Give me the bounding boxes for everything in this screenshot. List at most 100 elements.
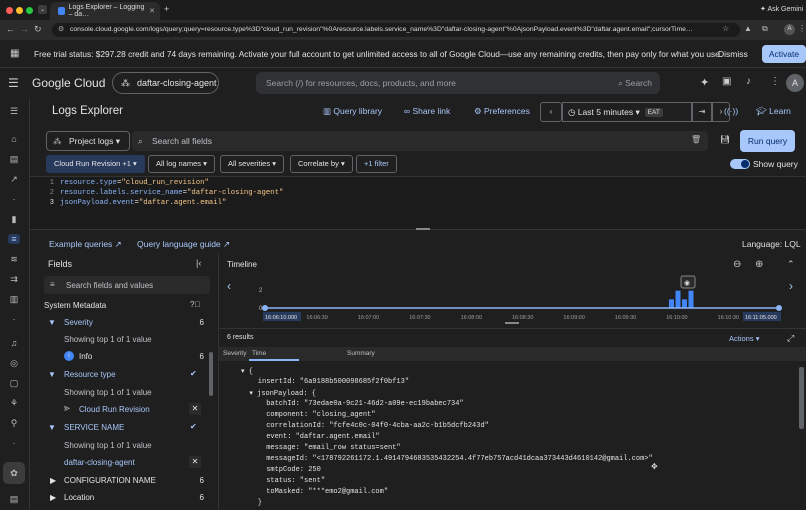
query-line[interactable]: jsonPayload.event="daftar.agent.email" bbox=[60, 199, 226, 207]
log-names-filter-chip[interactable]: All log names ▾ bbox=[148, 155, 215, 173]
gemini-icon[interactable]: ✦ bbox=[700, 76, 709, 89]
storage-icon[interactable]: ▥ bbox=[8, 294, 20, 304]
collapse-timeline-icon[interactable]: ⌃ bbox=[787, 259, 795, 270]
logging-menu-icon[interactable]: ☰ bbox=[8, 106, 20, 116]
maximize-window-button[interactable] bbox=[26, 7, 33, 14]
dashboard-icon[interactable]: ▤ bbox=[8, 154, 20, 164]
zoom-in-icon[interactable]: ⊕ bbox=[755, 259, 763, 270]
close-tab-icon[interactable]: ✕ bbox=[149, 7, 155, 15]
range-end-handle[interactable] bbox=[776, 305, 782, 311]
back-icon[interactable]: ← bbox=[6, 24, 15, 34]
severity-filter-chip[interactable]: All severities ▾ bbox=[220, 155, 284, 173]
resource-filter-chip[interactable]: Cloud Run Revision +1 ▾ bbox=[46, 155, 145, 173]
expand-icon[interactable]: ▶ bbox=[50, 476, 56, 485]
log-analytics-icon[interactable]: ≋ bbox=[8, 254, 20, 264]
share-link-button[interactable]: ∞ Share link bbox=[404, 106, 450, 116]
query-line[interactable]: resource.type="cloud_run_revision" bbox=[60, 179, 209, 187]
global-search-input[interactable]: Search (/) for resources, docs, products… bbox=[256, 72, 660, 94]
extension-icon[interactable]: ▲ bbox=[744, 24, 752, 33]
new-tab-icon[interactable]: + bbox=[164, 4, 169, 14]
fields-scrollbar[interactable] bbox=[209, 352, 213, 396]
integrations-icon[interactable]: ⚲ bbox=[8, 418, 20, 428]
notifications-icon[interactable]: ♪ bbox=[746, 76, 751, 87]
zoom-out-icon[interactable]: ⊖ bbox=[733, 259, 741, 270]
query-language-guide-link[interactable]: Query language guide ↗ bbox=[137, 239, 230, 250]
severity-field[interactable]: Severity bbox=[64, 318, 93, 327]
expand-icon[interactable]: ▶ bbox=[50, 493, 56, 502]
preferences-button[interactable]: ⚙ Preferences bbox=[474, 106, 530, 117]
histogram-bar[interactable] bbox=[675, 290, 681, 308]
jump-to-now-icon[interactable]: ⇥ bbox=[692, 102, 712, 122]
expand-results-icon[interactable]: ⤢ bbox=[787, 333, 794, 344]
collapse-panel-icon[interactable]: |‹ bbox=[196, 258, 201, 268]
remove-filter-icon[interactable]: ✕ bbox=[189, 403, 201, 415]
home-icon[interactable]: ⌂ bbox=[8, 134, 20, 144]
resource-type-value[interactable]: Cloud Run Revision bbox=[79, 405, 150, 414]
metrics-icon[interactable]: ↗ bbox=[8, 174, 20, 184]
actions-menu[interactable]: Actions ▾ bbox=[729, 334, 759, 343]
alerts-icon[interactable]: ♫ bbox=[8, 338, 20, 348]
histogram-bar[interactable] bbox=[688, 290, 694, 308]
log-router-icon[interactable]: ⇉ bbox=[8, 274, 20, 284]
project-logs-dropdown[interactable]: ⁂ Project logs ▾ bbox=[46, 131, 130, 151]
settings-menu-icon[interactable]: ⋮ bbox=[770, 76, 780, 87]
url-field[interactable]: ⚙ console.cloud.google.com/logs/query;qu… bbox=[52, 23, 740, 37]
extensions-puzzle-icon[interactable]: ⧉ bbox=[762, 24, 768, 34]
correlate-by-chip[interactable]: Correlate by ▾ bbox=[290, 155, 353, 173]
browser-menu-icon[interactable]: ⋮ bbox=[798, 24, 806, 33]
time-back-button[interactable]: ‹ bbox=[540, 102, 562, 122]
cloud-shell-icon[interactable]: ▣ bbox=[722, 76, 731, 87]
save-query-icon[interactable]: 💾︎ bbox=[720, 135, 730, 144]
monitoring-icon[interactable]: ◎ bbox=[8, 358, 20, 368]
reload-icon[interactable]: ↻ bbox=[34, 24, 42, 35]
severity-expand-icon[interactable]: ▼ bbox=[48, 318, 56, 327]
service-name-value[interactable]: daftar-closing-agent bbox=[64, 458, 135, 467]
dismiss-button[interactable]: Dismiss bbox=[718, 49, 748, 59]
main-menu-icon[interactable]: ☰ bbox=[8, 76, 19, 90]
timeline-prev-icon[interactable]: ‹ bbox=[227, 279, 231, 293]
forward-icon[interactable]: → bbox=[20, 24, 29, 34]
col-time[interactable]: Time bbox=[252, 350, 266, 357]
analytics-icon[interactable]: ▮ bbox=[8, 214, 20, 224]
location-field[interactable]: Location bbox=[64, 493, 94, 502]
site-info-icon[interactable]: ⚙ bbox=[58, 25, 64, 33]
marketplace-icon[interactable]: ✿ bbox=[3, 462, 25, 484]
project-picker[interactable]: ⁂ daftar-closing-agent bbox=[112, 72, 219, 94]
dot-icon[interactable]: · bbox=[8, 194, 20, 204]
timeline-resize-handle[interactable] bbox=[505, 322, 519, 324]
dot-icon-3[interactable]: · bbox=[8, 438, 20, 448]
uptime-icon[interactable]: ▢ bbox=[8, 378, 20, 388]
query-line[interactable]: resource.labels.service_name="daftar-clo… bbox=[60, 189, 283, 197]
bookmark-star-icon[interactable]: ☆ bbox=[722, 24, 729, 33]
timeline-next-icon[interactable]: › bbox=[789, 279, 793, 293]
dot-icon-2[interactable]: · bbox=[8, 314, 20, 324]
learn-button[interactable]: 🎓︎ Learn bbox=[756, 106, 791, 117]
tab-list-icon[interactable]: ⌄ bbox=[38, 5, 47, 14]
release-notes-icon[interactable]: ▤ bbox=[8, 494, 20, 504]
col-severity[interactable]: Severity bbox=[223, 350, 246, 357]
clear-query-icon[interactable]: 🗑︎ bbox=[691, 135, 701, 144]
more-filters-chip[interactable]: +1 filter bbox=[356, 155, 397, 173]
severity-value-info[interactable]: Info bbox=[79, 352, 92, 361]
resource-type-expand-icon[interactable]: ▼ bbox=[48, 370, 56, 379]
activate-button[interactable]: Activate bbox=[762, 45, 806, 63]
example-queries-link[interactable]: Example queries ↗ bbox=[49, 239, 122, 250]
services-icon[interactable]: ⚘ bbox=[8, 398, 20, 408]
col-summary[interactable]: Summary bbox=[347, 350, 375, 357]
histogram-bar[interactable] bbox=[669, 299, 674, 308]
range-start-handle[interactable] bbox=[262, 305, 268, 311]
service-name-expand-icon[interactable]: ▼ bbox=[48, 423, 56, 432]
help-icon[interactable]: ?⃝ bbox=[190, 300, 200, 309]
timeline-chart[interactable]: 2 0 ◉ 16:06:10.000 16:06:30 16:07:00 16:07:… bbox=[249, 272, 789, 328]
minimize-window-button[interactable] bbox=[16, 7, 23, 14]
run-query-button[interactable]: Run query bbox=[740, 130, 795, 152]
time-range-picker[interactable]: ◷ Last 5 minutes ▾ EAT bbox=[562, 102, 692, 122]
query-library-button[interactable]: ▥ Query library bbox=[323, 106, 382, 117]
profile-avatar[interactable]: A bbox=[784, 24, 795, 35]
search-button[interactable]: ⌕ Search bbox=[618, 72, 652, 94]
editor-resize-handle[interactable] bbox=[416, 228, 430, 230]
account-avatar[interactable]: A bbox=[786, 74, 804, 92]
service-name-field[interactable]: SERVICE NAME bbox=[64, 423, 124, 432]
query-editor[interactable]: 1 resource.type="cloud_run_revision" 2 r… bbox=[30, 176, 806, 230]
stream-logs-icon-2[interactable]: ((·)) bbox=[724, 106, 738, 116]
